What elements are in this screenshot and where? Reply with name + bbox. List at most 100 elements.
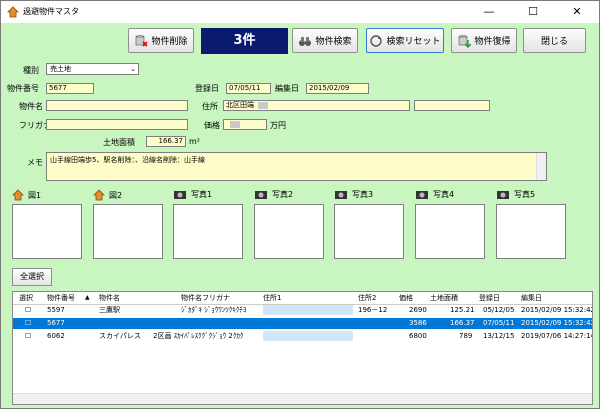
cell-price: 3586 — [409, 319, 427, 327]
table-row[interactable]: ☐ 5677 3586 166.37 07/05/11 2015/02/09 1… — [13, 317, 593, 329]
photo-label: 写真4 — [433, 190, 455, 199]
cell-address1 — [263, 331, 353, 341]
cell-address2: 196－12 — [358, 306, 388, 314]
photo-box-4[interactable] — [254, 204, 324, 259]
col-header[interactable]: 登録日 — [479, 292, 500, 304]
photo-box-2[interactable] — [93, 204, 163, 259]
price-field[interactable] — [223, 119, 267, 130]
photo-label: 図1 — [28, 190, 42, 200]
cell-id: 5677 — [47, 319, 65, 327]
col-header[interactable]: 選択 — [19, 292, 33, 304]
title-bar: 過避物件マスタ — ☐ ✕ — [1, 1, 599, 23]
delete-label: 物件削除 — [151, 37, 188, 47]
col-header[interactable]: 土地面積 — [430, 292, 458, 304]
col-header[interactable]: 住所1 — [263, 292, 281, 304]
photo-label: 写真1 — [191, 190, 213, 199]
photo-box-6[interactable] — [415, 204, 485, 259]
address2-field[interactable] — [414, 100, 490, 111]
cell-kana: ｼﾞｶﾀﾞｷ ｼﾞｮｳﾜﾝﾂｸｷｸﾁﾖ — [181, 306, 247, 314]
house-icon — [93, 189, 105, 201]
chevron-down-icon: ⌄ — [130, 65, 136, 73]
maximize-button[interactable]: ☐ — [511, 1, 555, 23]
app-icon — [7, 6, 19, 18]
address-value: 北区田端 — [226, 101, 254, 109]
address-field[interactable]: 北区田端 — [223, 100, 410, 111]
search-label: 物件検索 — [315, 37, 352, 47]
result-count: 3件 — [201, 28, 288, 54]
type-select[interactable]: 売土地 ⌄ — [46, 63, 139, 75]
registered-date-field[interactable]: 07/05/11 — [226, 83, 271, 94]
select-all-button[interactable]: 全選択 — [12, 268, 52, 286]
cell-area: 789 — [459, 332, 473, 340]
photo-header-2[interactable]: 図2 — [93, 189, 122, 201]
col-header[interactable]: 住所2 — [358, 292, 376, 304]
close-window-button[interactable]: ✕ — [555, 1, 599, 23]
id-field[interactable]: 5677 — [46, 83, 94, 94]
photo-header-4[interactable]: 写真2 — [254, 189, 293, 200]
memo-scrollbar[interactable] — [536, 153, 546, 180]
close-button[interactable]: 閉じる — [523, 28, 586, 53]
cell-reg-date: 05/12/05 — [483, 306, 515, 314]
photo-header-7[interactable]: 写真5 — [496, 189, 535, 200]
photo-header-6[interactable]: 写真4 — [415, 189, 454, 200]
photo-box-7[interactable] — [496, 204, 566, 259]
table-horizontal-scrollbar[interactable] — [13, 393, 592, 404]
camera-icon — [335, 191, 347, 199]
memo-text: 山手線田端歩5、駅名削除：、沿線名削除：山手線 — [50, 156, 205, 164]
photo-label: 図2 — [109, 190, 123, 200]
area-label: 土地面積 — [103, 138, 135, 147]
photo-header-3[interactable]: 写真1 — [173, 189, 212, 200]
photo-header-5[interactable]: 写真3 — [334, 189, 373, 200]
col-header[interactable]: 物件名フリガナ — [181, 292, 230, 304]
delete-db-icon — [136, 34, 149, 47]
cell-edit-date: 2015/02/09 15:32:42 — [521, 306, 593, 314]
col-header[interactable]: 物件名 — [99, 292, 120, 304]
cell-kana: 2区画 ｽｶｲﾊﾟﾚｽｸｸﾞｸｼﾞｮｳ 2ｸｶｸ — [153, 332, 244, 340]
search-property-button[interactable]: 物件検索 — [292, 28, 358, 53]
camera-icon — [416, 191, 428, 199]
photo-box-3[interactable] — [173, 204, 243, 259]
cell-price: 2690 — [409, 306, 427, 314]
camera-icon — [497, 191, 509, 199]
kana-field[interactable] — [46, 119, 188, 130]
id-label: 物件番号 — [7, 84, 39, 93]
photo-header-1[interactable]: 図1 — [12, 189, 41, 201]
row-checkbox[interactable]: ☐ — [25, 330, 31, 342]
registered-label: 登録日 — [195, 84, 219, 93]
window-title: 過避物件マスタ — [23, 7, 79, 16]
row-checkbox[interactable]: ☐ — [25, 304, 31, 316]
cell-area: 125.21 — [450, 306, 475, 314]
cell-id: 5597 — [47, 306, 65, 314]
table-row[interactable]: ☐ 5597 三鷹駅 ｼﾞｶﾀﾞｷ ｼﾞｮｳﾜﾝﾂｸｷｸﾁﾖ 196－12 26… — [13, 304, 593, 316]
name-field[interactable] — [46, 100, 188, 111]
col-header[interactable]: 物件番号 — [47, 292, 75, 304]
memo-field[interactable]: 山手線田端歩5、駅名削除：、沿線名削除：山手線 — [46, 152, 547, 181]
search-reset-button[interactable]: 検索リセット — [366, 28, 444, 53]
price-label: 価格 — [204, 121, 220, 130]
memo-label: メモ — [27, 158, 43, 167]
binoculars-icon — [299, 36, 312, 46]
address-label: 住所 — [202, 102, 218, 111]
photo-label: 写真3 — [352, 190, 374, 199]
edited-date-field[interactable]: 2015/02/09 — [306, 83, 369, 94]
main-window: 過避物件マスタ — ☐ ✕ 物件削除 3件 物件検索 検索リセット 物件復帰 閉… — [0, 0, 600, 409]
photo-box-1[interactable] — [12, 204, 82, 259]
restore-db-icon — [459, 34, 472, 48]
redacted-block — [230, 120, 240, 128]
row-checkbox[interactable]: ☐ — [25, 317, 31, 329]
table-row[interactable]: ☐ 6062 スカイパレス 2区画 ｽｶｲﾊﾟﾚｽｸｸﾞｸｼﾞｮｳ 2ｸｶｸ 6… — [13, 330, 592, 342]
cell-name: スカイパレス — [99, 332, 141, 340]
land-area-field[interactable]: 166.37 — [146, 136, 186, 147]
minimize-button[interactable]: — — [467, 1, 511, 23]
close-label: 閉じる — [540, 37, 568, 47]
type-select-value: 売土地 — [50, 65, 71, 73]
edited-label: 編集日 — [275, 84, 299, 93]
restore-property-button[interactable]: 物件復帰 — [451, 28, 517, 53]
cell-reg-date: 13/12/15 — [483, 332, 515, 340]
col-header[interactable]: 価格 — [399, 292, 413, 304]
col-header[interactable]: 編集日 — [521, 292, 542, 304]
cell-address1 — [263, 305, 353, 315]
cell-edit-date: 2015/02/09 15:32:42 — [521, 319, 593, 327]
delete-property-button[interactable]: 物件削除 — [128, 28, 194, 53]
photo-box-5[interactable] — [334, 204, 404, 259]
